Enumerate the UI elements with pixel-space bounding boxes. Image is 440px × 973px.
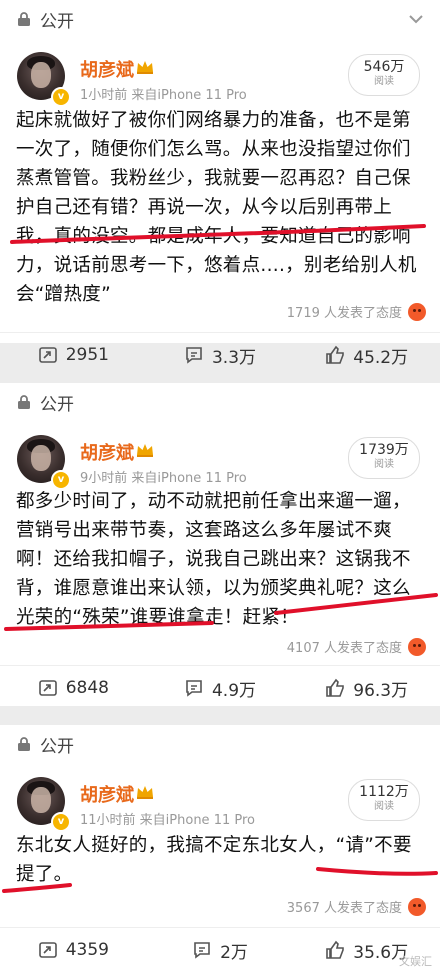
like-count: 96.3万 [353,680,409,701]
reads-label: 阅读 [374,801,394,812]
author-name[interactable]: 胡彦斌 [80,56,134,82]
like-count: 45.2万 [353,347,409,368]
verified-badge-icon: v [51,87,71,107]
comment-count: 2万 [220,942,248,963]
repost-button[interactable]: 4359 [0,928,147,972]
post-card-3: 公开 v 胡彦斌 11小时前 来自iPhone 11 Pro 1112万 阅读 … [0,725,440,973]
post-visibility-bar: 公开 [0,0,440,38]
post-meta: 9小时前 来自iPhone 11 Pro [80,471,247,486]
thumbs-up-icon [326,678,345,697]
chevron-down-icon[interactable] [406,9,426,29]
action-bar: 6848 4.9万 96.3万 [0,665,440,710]
reads-count: 1112万 [359,784,409,800]
post-meta: 1小时前 来自iPhone 11 Pro [80,88,247,103]
comment-icon [186,347,202,364]
watermark: 文娱汇 [399,955,432,968]
angry-face-icon [408,302,426,321]
repost-icon [38,680,57,696]
thumbs-up-icon [326,345,345,364]
like-button[interactable]: 45.2万 [293,333,440,377]
post-visibility-bar: 公开 [0,725,440,763]
angry-face-icon [408,897,426,916]
post-visibility-bar: 公开 [0,383,440,421]
visibility-label: 公开 [40,11,74,32]
author-name[interactable]: 胡彦斌 [80,781,134,807]
action-bar: 2951 3.3万 45.2万 [0,332,440,377]
lock-icon [18,395,30,409]
reads-count: 546万 [363,59,405,75]
lock-icon [18,737,30,751]
visibility-label: 公开 [40,394,74,415]
visibility-label: 公开 [40,736,74,757]
repost-count: 6848 [65,678,109,698]
comment-icon [186,680,202,697]
reads-badge: 1112万 阅读 [348,779,420,821]
comment-button[interactable]: 4.9万 [147,666,294,710]
crown-icon [137,61,153,74]
crown-icon [137,786,153,799]
repost-icon [38,942,57,958]
author-name[interactable]: 胡彦斌 [80,439,134,465]
reads-badge: 1739万 阅读 [348,437,420,479]
attitude-count: 4107 人发表了态度 [286,641,402,656]
comment-button[interactable]: 2万 [147,928,294,972]
crown-icon [137,444,153,457]
post-meta: 11小时前 来自iPhone 11 Pro [80,813,255,828]
post-card-1: 公开 v 胡彦斌 1小时前 来自iPhone 11 Pro 546万 阅读 起床… [0,0,440,368]
post-text: 都多少时间了，动不动就把前任拿出来遛一遛，营销号出来带节奏，这套路这么多年屡试不… [16,491,411,628]
post-header: v 胡彦斌 1小时前 来自iPhone 11 Pro 546万 阅读 [0,38,440,107]
post-text: 东北女人挺好的，我搞不定东北女人，“请”不要提了。 [16,835,412,885]
post-header: v 胡彦斌 11小时前 来自iPhone 11 Pro 1112万 阅读 [0,763,440,832]
repost-button[interactable]: 2951 [0,333,147,377]
like-button[interactable]: 96.3万 [293,666,440,710]
comment-count: 4.9万 [211,680,257,701]
repost-count: 4359 [65,940,109,960]
lock-icon [18,12,30,26]
post-card-2: 公开 v 胡彦斌 9小时前 来自iPhone 11 Pro 1739万 阅读 都… [0,383,440,706]
attitude-summary[interactable]: 3567 人发表了态度 [287,897,426,916]
post-text: 起床就做好了被你们网络暴力的准备，也不是第一次了，随便你们怎么骂。从来也没指望过… [16,110,417,305]
attitude-summary[interactable]: 4107 人发表了态度 [287,637,426,656]
comment-icon [194,942,210,959]
reads-label: 阅读 [374,459,394,470]
angry-face-icon [408,637,426,656]
repost-count: 2951 [65,345,109,365]
repost-button[interactable]: 6848 [0,666,147,710]
attitude-count: 1719 人发表了态度 [286,306,402,321]
repost-icon [38,347,57,363]
post-header: v 胡彦斌 9小时前 来自iPhone 11 Pro 1739万 阅读 [0,421,440,490]
attitude-count: 3567 人发表了态度 [286,901,402,916]
thumbs-up-icon [326,940,345,959]
attitude-summary[interactable]: 1719 人发表了态度 [287,302,426,321]
action-bar: 4359 2万 35.6万 [0,927,440,972]
comment-count: 3.3万 [211,347,257,368]
verified-badge-icon: v [51,812,71,832]
comment-button[interactable]: 3.3万 [147,333,294,377]
reads-badge: 546万 阅读 [348,54,420,96]
reads-label: 阅读 [374,76,394,87]
reads-count: 1739万 [359,442,409,458]
